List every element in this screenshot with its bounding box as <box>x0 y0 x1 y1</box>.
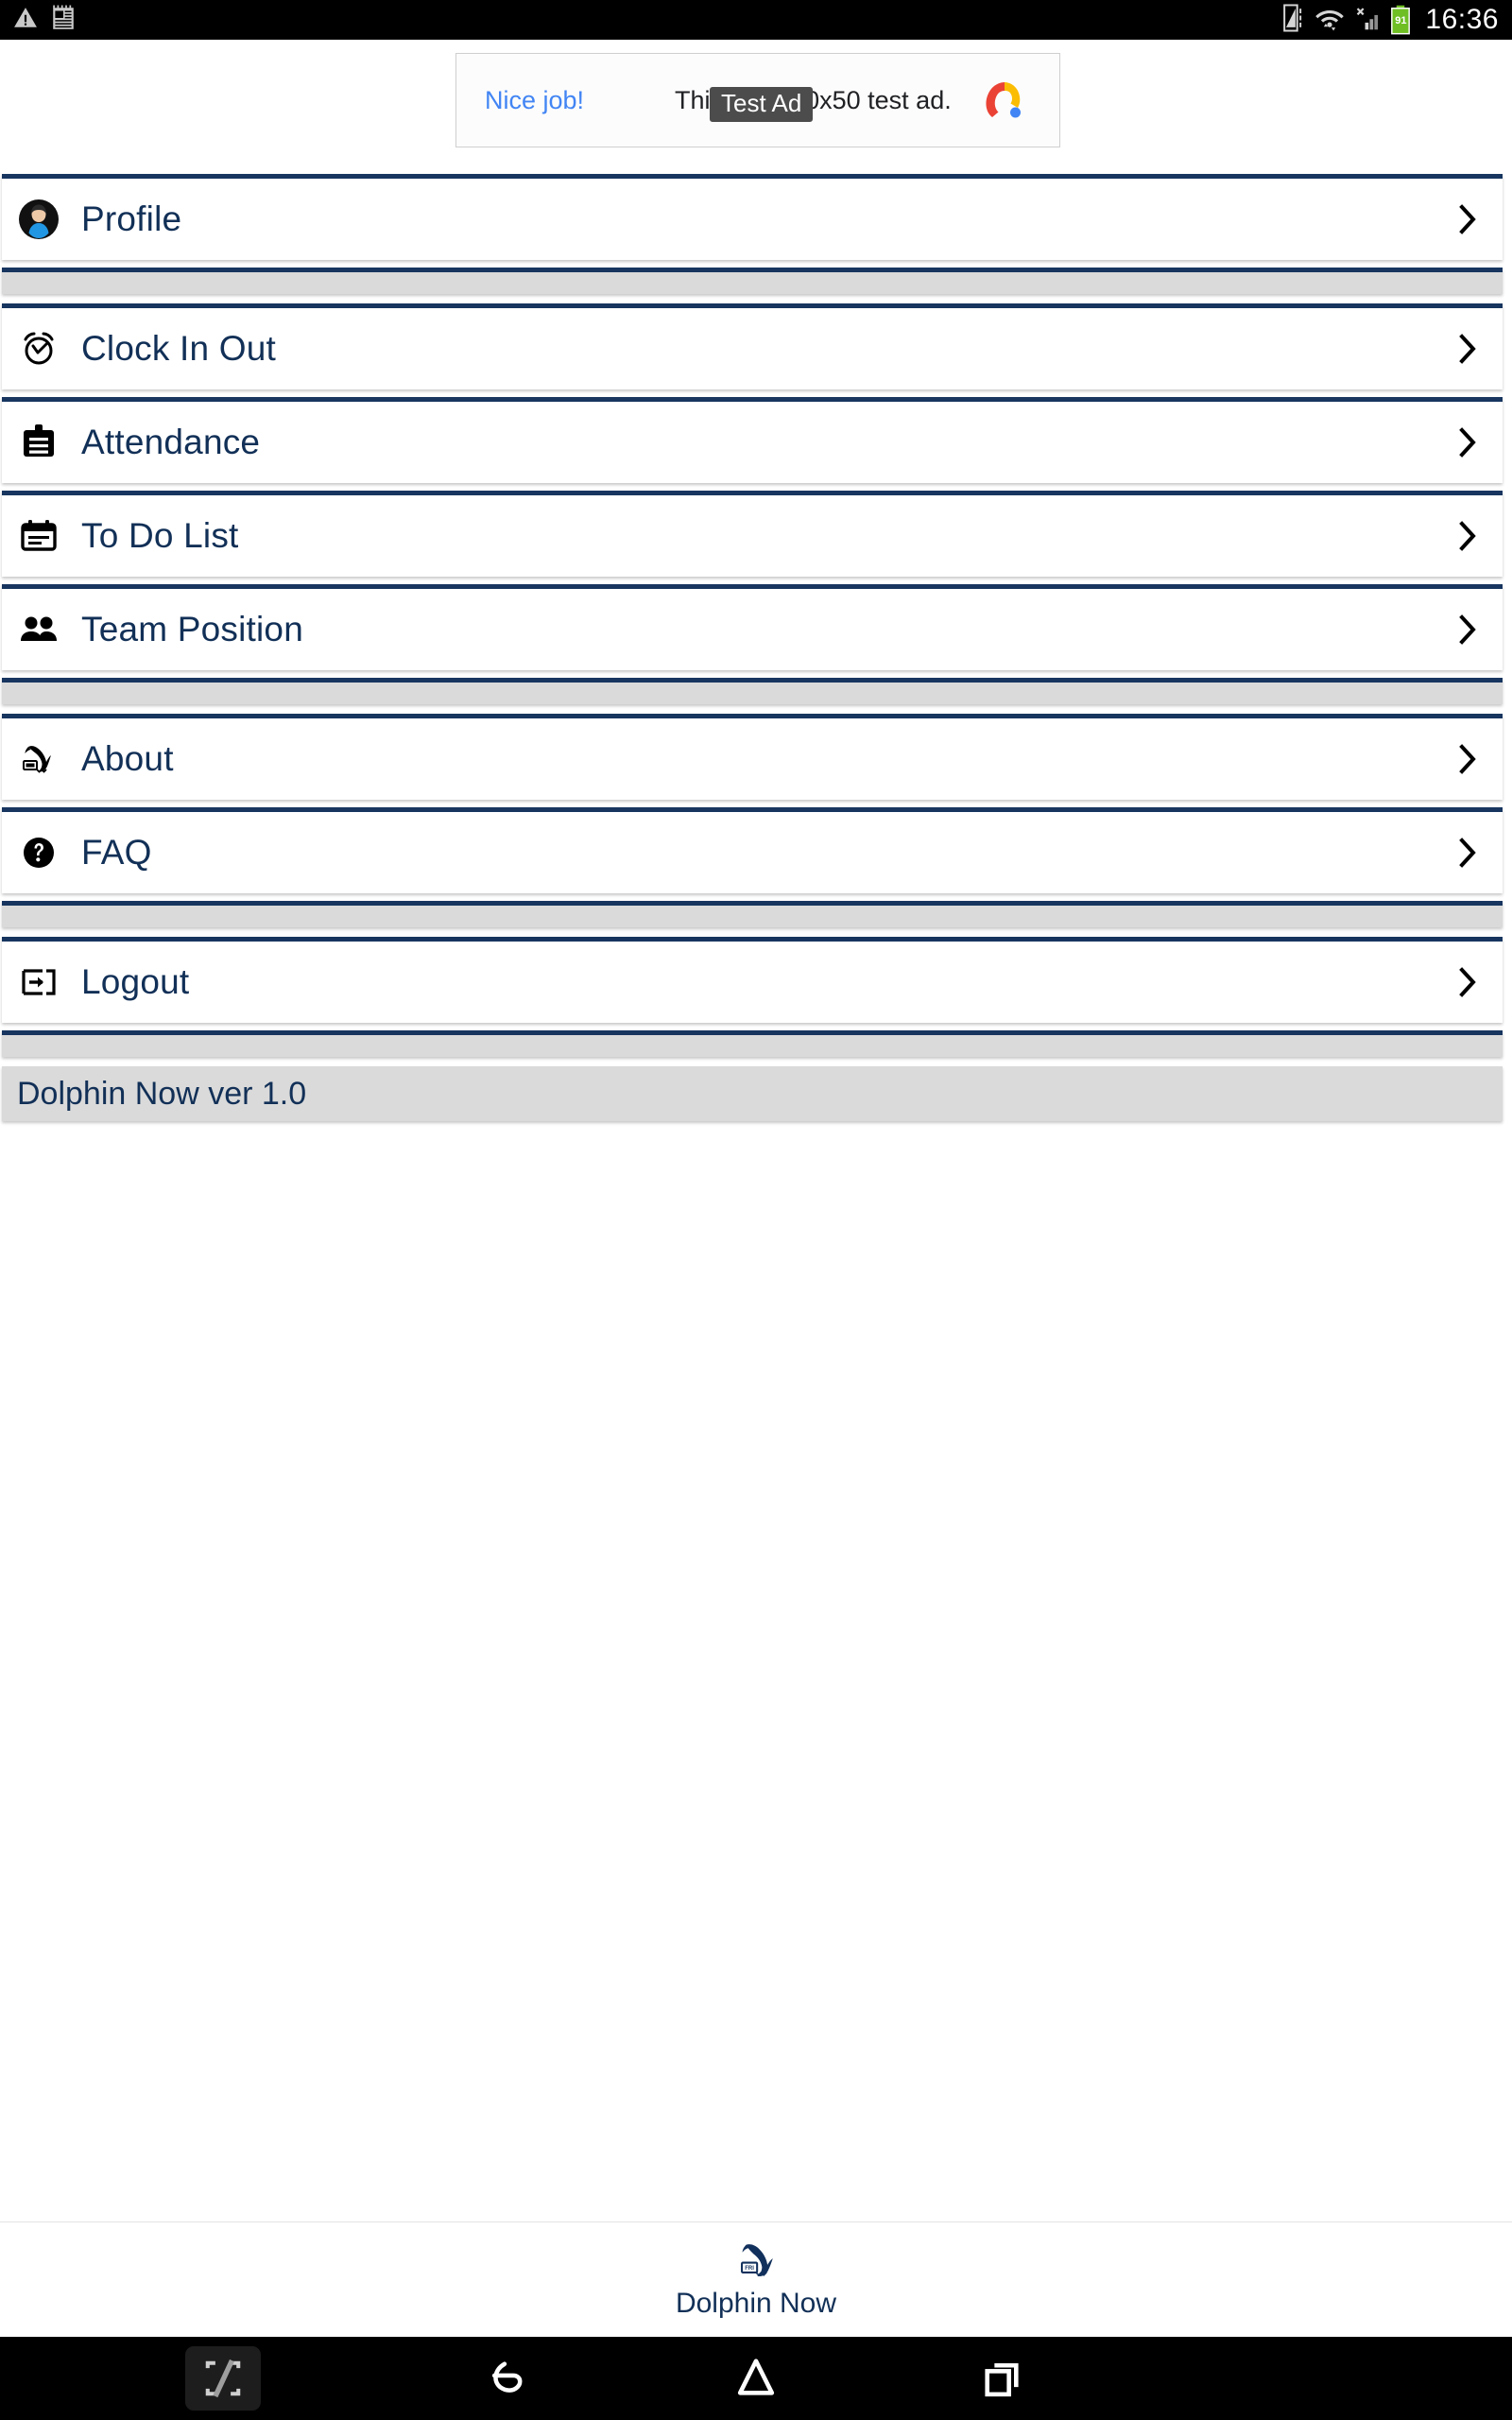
home-button[interactable] <box>699 2337 813 2420</box>
menu-item-label: Profile <box>81 199 182 238</box>
menu-item-label: Attendance <box>81 423 261 461</box>
wifi-icon <box>1314 3 1345 38</box>
chevron-right-icon <box>1457 614 1478 646</box>
chevron-right-icon <box>1457 203 1478 235</box>
alarm-check-icon <box>17 327 60 371</box>
ad-cta-link[interactable]: Nice job! <box>485 86 584 115</box>
recents-button[interactable] <box>945 2337 1058 2420</box>
status-bar-clock: 16:36 <box>1425 4 1499 35</box>
app-version-bar: Dolphin Now ver 1.0 <box>2 1066 1503 1121</box>
back-button[interactable] <box>454 2337 567 2420</box>
svg-text:FRI: FRI <box>745 2266 754 2272</box>
clipboard-icon <box>17 421 60 464</box>
warning-icon <box>13 6 38 35</box>
people-group-icon <box>17 608 60 651</box>
calendar-note-icon <box>17 514 60 558</box>
group-separator <box>2 1030 1503 1057</box>
avatar-icon <box>17 198 60 241</box>
dolphin-logo-icon: FRI <box>731 2240 781 2284</box>
screenshot-button[interactable] <box>185 2346 261 2411</box>
chevron-right-icon <box>1457 966 1478 998</box>
cellular-no-sim-icon <box>1353 3 1382 38</box>
group-separator <box>2 678 1503 704</box>
status-bar-left-icons <box>13 5 76 36</box>
battery-level-label: 91 <box>1395 15 1407 26</box>
menu-item-label: Clock In Out <box>81 329 276 368</box>
admob-logo-icon <box>980 76 1029 125</box>
chevron-right-icon <box>1457 333 1478 365</box>
chevron-right-icon <box>1457 743 1478 775</box>
menu-item-faq[interactable]: FAQ <box>2 807 1503 893</box>
battery-icon: 91 <box>1390 5 1411 35</box>
menu-item-label: Logout <box>81 962 190 1001</box>
chevron-right-icon <box>1457 426 1478 458</box>
exit-icon <box>17 960 60 1004</box>
menu-item-to-do-list[interactable]: To Do List <box>2 491 1503 577</box>
dolphin-icon <box>17 737 60 781</box>
tab-label-dolphin-now: Dolphin Now <box>675 2287 837 2319</box>
menu-item-attendance[interactable]: Attendance <box>2 397 1503 483</box>
menu-list: Profile Clock In Out Attendance To Do Li… <box>0 174 1512 1131</box>
menu-item-team-position[interactable]: Team Position <box>2 584 1503 670</box>
chevron-right-icon <box>1457 837 1478 869</box>
menu-item-about[interactable]: About <box>2 714 1503 800</box>
menu-item-label: To Do List <box>81 516 239 555</box>
android-nav-bar <box>0 2337 1512 2420</box>
chevron-right-icon <box>1457 520 1478 552</box>
group-separator <box>2 901 1503 927</box>
status-bar-right-icons: 91 16:36 <box>1281 3 1499 38</box>
menu-item-profile[interactable]: Profile <box>2 174 1503 260</box>
app-screen: 91 16:36 Nice job! This is a 320x50 test… <box>0 0 1512 2420</box>
menu-item-label: FAQ <box>81 833 152 872</box>
menu-item-clock-in-out[interactable]: Clock In Out <box>2 303 1503 389</box>
status-bar: 91 16:36 <box>0 0 1512 40</box>
vibrate-icon <box>1281 3 1306 38</box>
group-separator <box>2 268 1503 294</box>
bottom-tab-bar[interactable]: FRI Dolphin Now <box>0 2221 1512 2337</box>
menu-item-logout[interactable]: Logout <box>2 937 1503 1023</box>
ad-zone: Nice job! This is a 320x50 test ad. Test… <box>0 40 1512 174</box>
menu-item-label: Team Position <box>81 610 303 648</box>
news-widget-icon <box>51 5 76 36</box>
app-version-label: Dolphin Now ver 1.0 <box>17 1075 307 1112</box>
help-circle-icon <box>17 831 60 874</box>
menu-item-label: About <box>81 739 174 778</box>
ad-test-label: Test Ad <box>710 87 814 122</box>
